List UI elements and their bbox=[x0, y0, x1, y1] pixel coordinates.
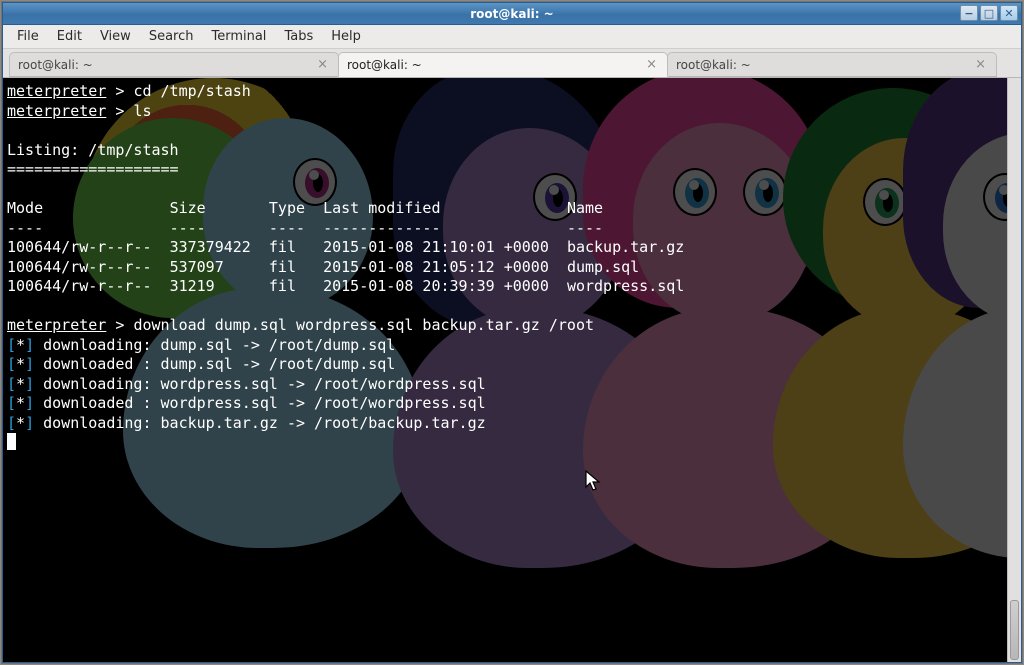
scrollbar-thumb[interactable] bbox=[1010, 600, 1019, 660]
table-row: 100644/rw-r--r-- bbox=[7, 277, 152, 295]
prompt: meterpreter bbox=[7, 82, 106, 100]
menu-help[interactable]: Help bbox=[323, 27, 369, 46]
command: cd /tmp/stash bbox=[133, 82, 250, 100]
minimize-icon: − bbox=[964, 7, 973, 20]
maximize-button[interactable]: □ bbox=[980, 5, 998, 21]
terminal-cursor bbox=[7, 433, 16, 450]
menu-view[interactable]: View bbox=[92, 27, 139, 46]
app-window: root@kali: ~ − □ ✕ File Edit View Search… bbox=[2, 2, 1022, 663]
menubar: File Edit View Search Terminal Tabs Help bbox=[3, 25, 1021, 49]
tab-label: root@kali: ~ bbox=[676, 58, 751, 72]
tab-close-icon[interactable]: × bbox=[315, 57, 330, 72]
titlebar[interactable]: root@kali: ~ − □ ✕ bbox=[3, 3, 1021, 25]
prompt: meterpreter bbox=[7, 316, 106, 334]
progress-line: downloaded : dump.sql -> /root/dump.sql bbox=[43, 355, 395, 373]
col-lastmod: Last modified bbox=[323, 199, 549, 217]
command: ls bbox=[133, 102, 151, 120]
progress-line: downloaded : wordpress.sql -> /root/word… bbox=[43, 394, 486, 412]
maximize-icon: □ bbox=[984, 7, 994, 20]
prompt: meterpreter bbox=[7, 102, 106, 120]
menu-file[interactable]: File bbox=[9, 27, 47, 46]
progress-line: downloading: dump.sql -> /root/dump.sql bbox=[43, 336, 395, 354]
col-mode: Mode bbox=[7, 199, 152, 217]
menu-edit[interactable]: Edit bbox=[49, 27, 90, 46]
listing-rule: =================== bbox=[7, 160, 179, 178]
tab-1[interactable]: root@kali: ~ × bbox=[338, 52, 668, 77]
scrollbar-vertical[interactable] bbox=[1007, 78, 1021, 662]
tab-label: root@kali: ~ bbox=[347, 58, 422, 72]
progress-line: downloading: backup.tar.gz -> /root/back… bbox=[43, 414, 486, 432]
menu-tabs[interactable]: Tabs bbox=[276, 27, 321, 46]
tab-close-icon[interactable]: × bbox=[644, 57, 659, 72]
window-title: root@kali: ~ bbox=[470, 7, 553, 21]
tabbar: root@kali: ~ × root@kali: ~ × root@kali:… bbox=[3, 49, 1021, 78]
col-size: Size bbox=[170, 199, 251, 217]
progress-line: downloading: wordpress.sql -> /root/word… bbox=[43, 375, 486, 393]
tab-close-icon[interactable]: × bbox=[973, 57, 988, 72]
col-name: Name bbox=[567, 199, 603, 217]
listing-header: Listing: /tmp/stash bbox=[7, 141, 179, 159]
menu-terminal[interactable]: Terminal bbox=[203, 27, 274, 46]
minimize-button[interactable]: − bbox=[960, 5, 978, 21]
scrollbar-track[interactable] bbox=[1008, 78, 1021, 662]
terminal-area[interactable]: meterpreter > cd /tmp/stash meterpreter … bbox=[3, 78, 1021, 662]
command: download dump.sql wordpress.sql backup.t… bbox=[133, 316, 594, 334]
tab-label: root@kali: ~ bbox=[18, 58, 93, 72]
menu-search[interactable]: Search bbox=[141, 27, 202, 46]
col-type: Type bbox=[269, 199, 305, 217]
table-row: 100644/rw-r--r-- bbox=[7, 238, 152, 256]
terminal-output: meterpreter > cd /tmp/stash meterpreter … bbox=[3, 78, 1021, 457]
tab-0[interactable]: root@kali: ~ × bbox=[9, 52, 339, 77]
close-icon: ✕ bbox=[1004, 7, 1013, 20]
window-controls: − □ ✕ bbox=[960, 5, 1018, 21]
close-button[interactable]: ✕ bbox=[1000, 5, 1018, 21]
table-row: 100644/rw-r--r-- bbox=[7, 258, 152, 276]
tab-2[interactable]: root@kali: ~ × bbox=[667, 52, 997, 77]
